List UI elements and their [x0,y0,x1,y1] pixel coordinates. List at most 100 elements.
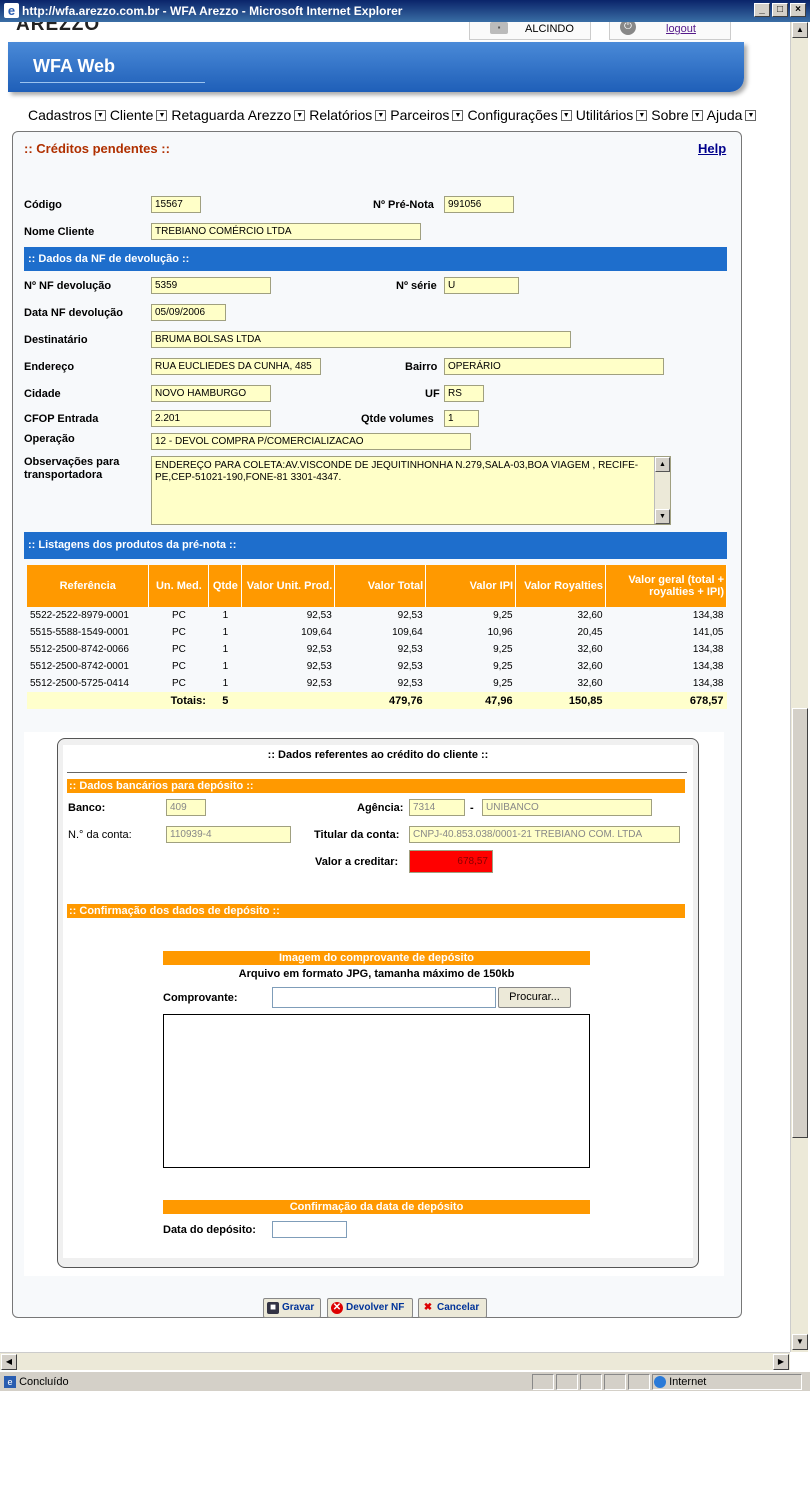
zone-indicator: Internet [654,1372,706,1392]
cidade-field[interactable]: NOVO HAMBURGO [151,385,271,402]
vertical-scrollbar[interactable]: ▲ ▼ [790,22,808,1352]
conta-field[interactable]: 110939-4 [166,826,291,843]
confirm-section-header: :: Confirmação dos dados de depósito :: [67,904,685,918]
operacao-field[interactable]: 12 - DEVOL COMPRA P/COMERCIALIZACAO [151,433,471,450]
cell: 134,38 [692,610,724,621]
cell: 9,25 [493,661,513,672]
menu-item-cadastros[interactable]: Cadastros ▼ [28,107,106,123]
cell: 92,53 [306,610,332,621]
uf-field[interactable]: RS [444,385,484,402]
valor-field[interactable]: 678,57 [409,850,493,873]
chevron-down-icon: ▼ [691,109,703,121]
minimize-button[interactable]: _ [754,3,770,17]
endereco-label: Endereço [24,361,75,373]
table-row: 5512-2500-8742-0001 PC 1 92,53 92,53 9,25 32,6… [27,658,727,675]
agencia-field[interactable]: 7314 [409,799,465,816]
col-valor-royalties[interactable]: Valor Royalties [515,565,607,607]
titular-field[interactable]: CNPJ-40.853.038/0001-21 TREBIANO COM. LT… [409,826,680,843]
app-title: WFA Web [33,56,115,76]
col-valor-ipi[interactable]: Valor IPI [425,565,517,607]
chevron-down-icon: ▼ [94,109,106,121]
scroll-up-icon[interactable]: ▲ [792,22,808,38]
obs-textarea[interactable]: ENDEREÇO PARA COLETA:AV.VISCONDE DE JEQU… [151,456,671,525]
volumes-label: Qtde volumes [361,413,434,425]
banco-field[interactable]: 409 [166,799,206,816]
bairro-field[interactable]: OPERÁRIO [444,358,664,375]
horizontal-scrollbar[interactable]: ◀ ▶ [0,1352,790,1370]
save-label: Gravar [282,1302,315,1313]
cell: 9,25 [493,678,513,689]
col-unmed[interactable]: Un. Med. [148,565,210,607]
col-referencia[interactable]: Referência [27,565,150,607]
cidade-label: Cidade [24,388,61,400]
cell: PC [171,644,186,655]
table-row: 5522-2522-8979-0001 PC 1 92,53 92,53 9,25 32,6… [27,607,727,624]
menu-item-cliente[interactable]: Cliente ▼ [110,107,168,123]
return-nf-button[interactable]: ✕ Devolver NF [327,1298,413,1318]
serie-field[interactable]: U [444,277,519,294]
date-section-header: Confirmação da data de depósito [163,1200,590,1214]
browse-button[interactable]: Procurar... [498,987,571,1008]
menu-item-retaguarda[interactable]: Retaguarda Arezzo ▼ [171,107,306,123]
main-menu: Cadastros ▼ Cliente ▼ Retaguarda Arezzo ▼ R… [28,107,760,123]
credit-title: :: Dados referentes ao crédito do client… [267,749,489,761]
codigo-field[interactable]: 15567 [151,196,201,213]
comprovante-input[interactable] [272,987,496,1008]
close-button[interactable]: × [790,3,806,17]
cancel-button[interactable]: ✖ Cancelar [418,1298,487,1318]
cell: PC [171,661,186,672]
scroll-right-icon[interactable]: ▶ [773,1354,789,1370]
arezzo-logo: AREZZO [16,22,101,35]
col-valor-total[interactable]: Valor Total [334,565,427,607]
help-link[interactable]: Help [698,141,726,156]
menu-label: Relatórios [309,107,373,123]
save-button[interactable]: ■ Gravar [263,1298,321,1318]
maximize-button[interactable]: □ [772,3,788,17]
scroll-down-icon[interactable]: ▼ [655,509,670,524]
menu-item-parceiros[interactable]: Parceiros ▼ [390,107,464,123]
cell: 134,38 [692,661,724,672]
cell: 5522-2522-8979-0001 [30,610,129,621]
obs-scrollbar[interactable]: ▲ ▼ [654,457,670,524]
cfop-field[interactable]: 2.201 [151,410,271,427]
menu-item-configuracoes[interactable]: Configurações ▼ [467,107,572,123]
col-valor-geral[interactable]: Valor geral (total + royalties + IPI) [605,565,727,607]
menu-label: Cadastros [28,107,92,123]
endereco-field[interactable]: RUA EUCLIEDES DA CUNHA, 485 [151,358,321,375]
menu-item-utilitarios[interactable]: Utilitários ▼ [576,107,648,123]
cliente-field[interactable]: TREBIANO COMÉRCIO LTDA [151,223,421,240]
total-geral: 678,57 [605,692,727,709]
menu-item-relatorios[interactable]: Relatórios ▼ [309,107,387,123]
status-bar: e Concluído Internet [0,1371,810,1391]
prenota-label: Nº Pré-Nota [373,199,434,211]
zone-label: Internet [669,1376,707,1388]
data-nf-field[interactable]: 05/09/2006 [151,304,226,321]
menu-item-sobre[interactable]: Sobre ▼ [651,107,703,123]
nf-field[interactable]: 5359 [151,277,271,294]
scroll-thumb[interactable] [792,708,808,1138]
cell: 5512-2500-8742-0066 [30,644,129,655]
page-icon: e [4,1376,16,1389]
nf-label: Nº NF devolução [24,280,112,292]
banco-nome-field[interactable]: UNIBANCO [482,799,652,816]
prenota-field[interactable]: 991056 [444,196,514,213]
x-icon: ✖ [423,1302,433,1313]
scroll-down-icon[interactable]: ▼ [792,1334,808,1350]
volumes-field[interactable]: 1 [444,410,479,427]
col-valor-unit[interactable]: Valor Unit. Prod. [241,565,336,607]
scroll-up-icon[interactable]: ▲ [655,457,670,472]
cell: PC [171,627,186,638]
col-qtde[interactable]: Qtde [208,565,243,607]
menu-item-ajuda[interactable]: Ajuda ▼ [707,107,757,123]
cell: 32,60 [577,661,603,672]
scroll-left-icon[interactable]: ◀ [1,1354,17,1370]
logout-link[interactable]: logout [666,23,696,35]
products-table: Referência Un. Med. Qtde Valor Unit. Pro… [27,565,727,709]
cancel-label: Cancelar [437,1302,480,1313]
cell: 92,53 [306,644,332,655]
img-hint: Arquivo em formato JPG, tamanha máximo d… [238,968,515,980]
destinatario-field[interactable]: BRUMA BOLSAS LTDA [151,331,571,348]
totals-row: Totais: 5 479,76 47,96 150,85 678,57 [27,692,727,709]
cell: 1 [222,644,229,655]
deposit-date-input[interactable] [272,1221,347,1238]
